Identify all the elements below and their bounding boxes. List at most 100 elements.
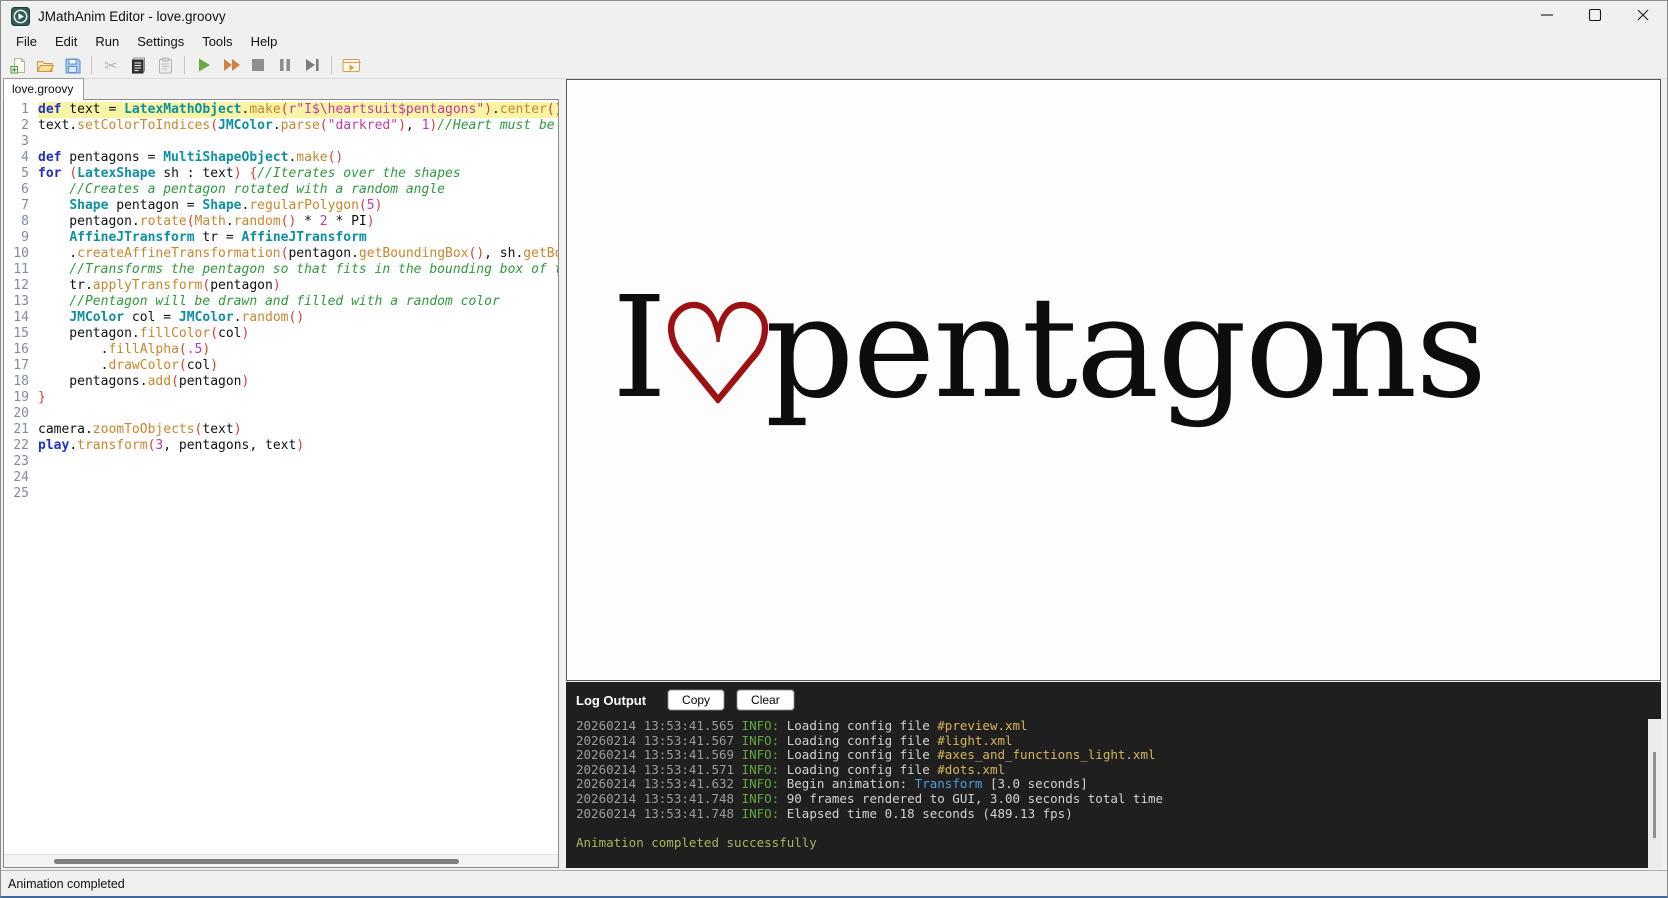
log-line: 20260214 13:53:41.565 INFO: Loading conf… [576, 719, 1028, 733]
menu-tools[interactable]: Tools [193, 32, 241, 51]
open-file-icon [36, 57, 54, 74]
tab-love-groovy[interactable]: love.groovy [3, 78, 85, 100]
copy-button[interactable]: Copy [668, 690, 725, 710]
menu-settings[interactable]: Settings [128, 32, 193, 51]
code-text: pentagons.add(pentagon) [38, 374, 250, 389]
line-number: 7 [4, 198, 38, 214]
code-line: 1 def text = LatexMathObject.make(r"I$\he… [4, 102, 558, 118]
toolbar-separator [91, 56, 92, 74]
copy-button[interactable] [125, 54, 151, 77]
line-number: 3 [4, 134, 38, 150]
stop-icon [251, 58, 265, 72]
stop-button[interactable] [245, 54, 271, 77]
menu-file[interactable]: File [7, 32, 46, 51]
code-line: 12 tr.applyTransform(pentagon) [4, 278, 558, 294]
menu-edit[interactable]: Edit [46, 32, 86, 51]
code-line: 16 .fillAlpha(.5) [4, 342, 558, 358]
editor-panel: 1 def text = LatexMathObject.make(r"I$\he… [3, 99, 559, 868]
status-text: Animation completed [8, 876, 125, 891]
code-editor[interactable]: 1 def text = LatexMathObject.make(r"I$\he… [4, 102, 558, 853]
code-line: 4 def pentagons = MultiShapeObject.make() [4, 150, 558, 166]
menu-help[interactable]: Help [242, 32, 287, 51]
line-number: 16 [4, 342, 38, 358]
scrollbar-thumb[interactable] [1653, 751, 1656, 839]
save-icon [64, 57, 81, 74]
line-number: 18 [4, 374, 38, 390]
pause-icon [278, 58, 292, 72]
toolbar-separator [331, 56, 332, 74]
minimize-button[interactable] [1523, 1, 1571, 31]
line-number: 10 [4, 246, 38, 262]
title-bar: JMathAnim Editor - love.groovy [1, 1, 1667, 31]
code-text: camera.zoomToObjects(text) [38, 422, 242, 437]
code-text: Shape pentagon = Shape.regularPolygon(5) [69, 198, 383, 213]
code-line: 20 [4, 406, 558, 422]
export-button[interactable] [338, 54, 364, 77]
heart-icon: ♡ [656, 276, 781, 437]
close-icon [1636, 8, 1650, 25]
line-number: 11 [4, 262, 38, 278]
new-file-button[interactable] [5, 54, 31, 77]
log-line: Animation completed successfully [576, 834, 817, 850]
paste-button[interactable] [152, 54, 178, 77]
code-line: 19} [4, 390, 558, 406]
clear-button[interactable]: Clear [737, 690, 794, 710]
window-title: JMathAnim Editor - love.groovy [38, 8, 226, 24]
log-body: 20260214 13:53:41.565 INFO: Loading conf… [576, 719, 1637, 866]
code-line: 3 [4, 134, 558, 150]
code-text: .fillAlpha(.5) [38, 342, 211, 357]
maximize-button[interactable] [1571, 1, 1619, 31]
menu-run[interactable]: Run [86, 32, 128, 51]
code-line: 10 .createAffineTransformation(pentagon.… [4, 246, 558, 262]
code-line: 13 //Pentagon will be drawn and filled w… [4, 294, 558, 310]
pause-button[interactable] [272, 54, 298, 77]
window-controls [1523, 1, 1667, 31]
editor-pane: love.groovy 1 def text = LatexMathObject.… [3, 78, 559, 868]
cut-button[interactable]: ✂ [98, 54, 124, 77]
line-number: 2 [4, 118, 38, 134]
log-line: 20260214 13:53:41.571 INFO: Loading conf… [576, 761, 1005, 777]
log-line: 20260214 13:53:41.569 INFO: Loading conf… [576, 747, 1156, 763]
editor-hscrollbar[interactable] [4, 854, 558, 867]
code-line: 5 for (LatexShape sh : text) {//Iterates … [4, 166, 558, 182]
log-vscrollbar[interactable] [1648, 719, 1661, 868]
code-text: tr.applyTransform(pentagon) [38, 278, 281, 293]
preview-panel: I♡pentagons [566, 79, 1661, 681]
app-icon [11, 6, 30, 26]
save-button[interactable] [59, 54, 85, 77]
preview-text: I♡pentagons [612, 266, 1487, 437]
paste-icon [158, 57, 173, 74]
run-button[interactable] [191, 54, 217, 77]
open-file-button[interactable] [32, 54, 58, 77]
toolbar: ✂ [1, 52, 1667, 79]
line-number: 23 [4, 454, 38, 470]
line-number: 19 [4, 390, 38, 406]
code-text: } [38, 390, 46, 405]
scrollbar-thumb[interactable] [54, 859, 459, 864]
line-number: 24 [4, 470, 38, 486]
line-number: 22 [4, 438, 38, 454]
close-button[interactable] [1619, 1, 1667, 31]
step-button[interactable] [299, 54, 325, 77]
preview-text-right: pentagons [764, 266, 1487, 430]
log-line: 20260214 13:53:41.748 INFO: Elapsed time… [576, 805, 1073, 821]
log-output-label: Log Output [576, 692, 647, 708]
code-line: 6 //Creates a pentagon rotated with a ra… [4, 182, 558, 198]
code-line: 2 text.setColorToIndices(JMColor.parse("d… [4, 118, 558, 134]
code-line: 18 pentagons.add(pentagon) [4, 374, 558, 390]
code-text: text.setColorToIndices(JMColor.parse("da… [38, 118, 558, 133]
code-text: //Transforms the pentagon so that fits i… [38, 262, 558, 277]
code-line: 25 [4, 486, 558, 502]
line-number: 20 [4, 406, 38, 422]
code-text: play.transform(3, pentagons, text) [38, 438, 305, 453]
fast-forward-button[interactable] [218, 54, 244, 77]
code-text: //Creates a pentagon rotated with a rand… [38, 182, 445, 197]
code-text: .createAffineTransformation(pentagon.get… [38, 246, 558, 261]
menubar: File Edit Run Settings Tools Help [1, 31, 1667, 52]
line-number: 5 [4, 166, 38, 182]
maximize-icon [1588, 8, 1602, 25]
